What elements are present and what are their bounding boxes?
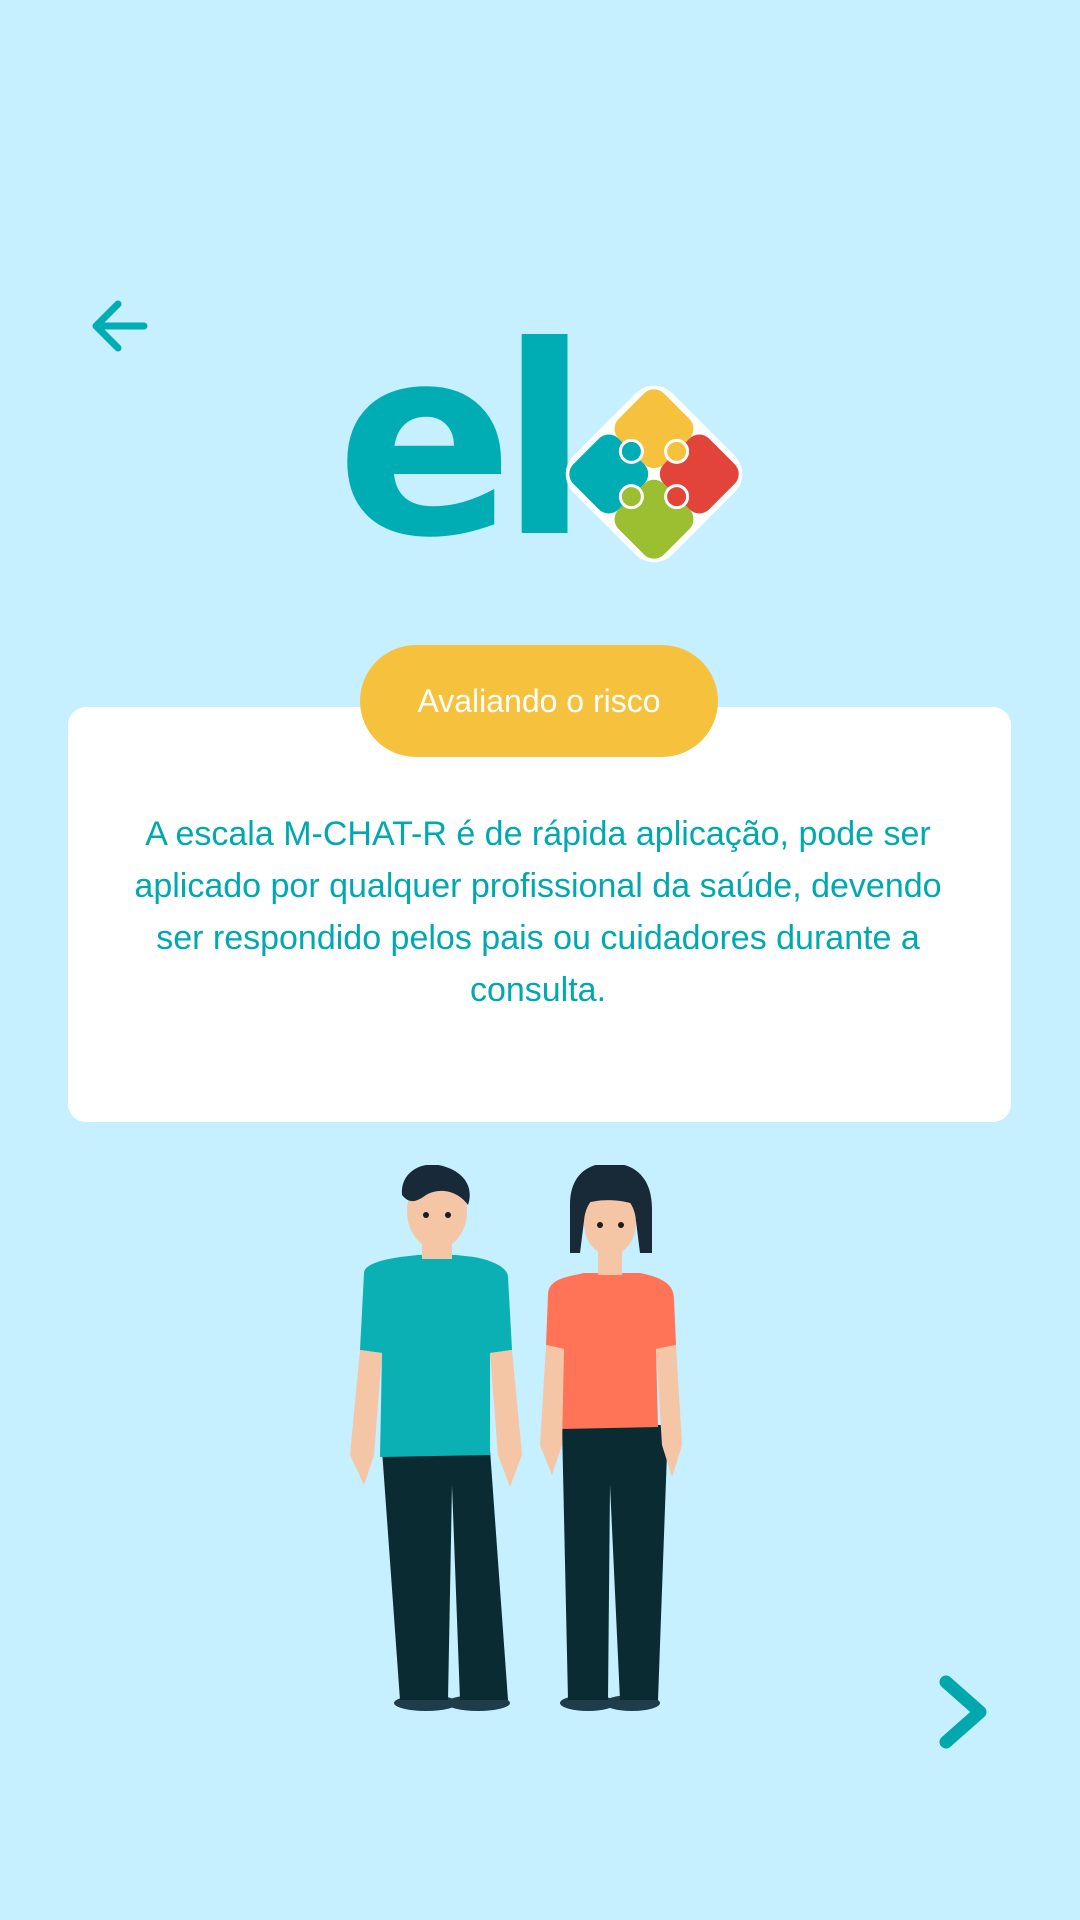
card-description: A escala M-CHAT-R é de rápida aplicação,… bbox=[134, 815, 942, 1009]
chevron-right-icon bbox=[939, 1675, 987, 1749]
next-button[interactable] bbox=[930, 1672, 1000, 1752]
section-badge: Avaliando o risco bbox=[360, 645, 718, 757]
puzzle-pieces-icon bbox=[565, 385, 743, 563]
parents-illustration bbox=[350, 1165, 682, 1711]
man-figure bbox=[350, 1165, 522, 1711]
back-button[interactable] bbox=[84, 290, 156, 362]
app-logo: el bbox=[336, 312, 756, 580]
woman-figure bbox=[540, 1165, 682, 1711]
logo-text: el bbox=[336, 290, 589, 595]
arrow-left-icon bbox=[92, 300, 148, 352]
